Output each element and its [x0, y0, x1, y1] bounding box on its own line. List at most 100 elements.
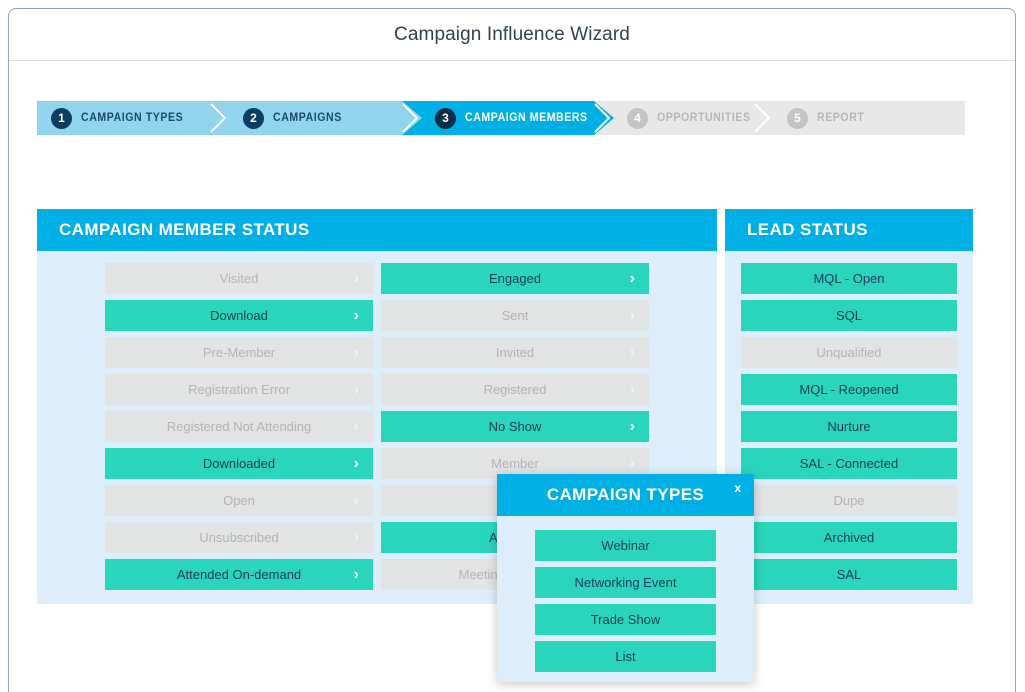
lead-status-button[interactable]: Unqualified	[741, 337, 957, 368]
lead-status-label: MQL - Reopened	[799, 382, 899, 397]
campaign-member-status-label: Download	[210, 308, 268, 323]
wizard-step-number: 4	[627, 107, 648, 129]
campaign-type-button[interactable]: Networking Event	[535, 567, 716, 598]
page-title: Campaign Influence Wizard	[394, 23, 630, 45]
lead-status-button[interactable]: SAL - Connected	[741, 448, 957, 479]
campaign-member-status-label: Member	[491, 456, 539, 471]
campaign-member-status-label: Attended On-demand	[176, 567, 302, 582]
campaign-types-modal-body: Webinar Networking Event Trade Show List	[497, 516, 754, 682]
campaign-member-status-label: No Show	[488, 419, 542, 434]
campaign-member-status-button[interactable]: Open ›	[105, 485, 373, 516]
lead-status-title: LEAD STATUS	[747, 220, 868, 239]
campaign-member-status-button[interactable]: Unsubscribed ›	[105, 522, 373, 553]
wizard-step-breadcrumb: 1 CAMPAIGN TYPES 2 CAMPAIGNS 3 CAMPAIGN MEMBE…	[37, 101, 965, 135]
lead-status-label: MQL - Open	[813, 271, 885, 286]
wizard-step-4[interactable]: 4 OPPORTUNITIES	[613, 101, 774, 135]
chevron-right-icon: ›	[353, 269, 359, 287]
wizard-step-label: CAMPAIGNS	[273, 112, 342, 124]
lead-status-button[interactable]: Nurture	[741, 411, 957, 442]
chevron-right-icon: ›	[353, 417, 359, 435]
campaign-member-status-label: Unsubscribed	[199, 530, 279, 545]
chevron-right-icon: ›	[353, 343, 359, 361]
lead-status-label: Archived	[823, 530, 875, 545]
lead-status-button[interactable]: SQL	[741, 300, 957, 331]
campaign-type-button[interactable]: Trade Show	[535, 604, 716, 635]
campaign-member-status-button[interactable]: Engaged ›	[381, 263, 649, 294]
wizard-step-number: 5	[787, 107, 808, 129]
lead-status-label: SQL	[835, 308, 862, 323]
campaign-member-status-label: Invited	[495, 345, 535, 360]
page-root: Campaign Influence Wizard 1 CAMPAIGN TYPE…	[0, 0, 1025, 692]
campaign-type-button[interactable]: List	[535, 641, 716, 672]
campaign-member-status-button[interactable]: Attended On-demand ›	[105, 559, 373, 590]
lead-status-button[interactable]: SAL	[741, 559, 957, 590]
chevron-right-icon: ›	[629, 343, 635, 361]
wizard-step-2[interactable]: 2 CAMPAIGNS	[229, 101, 422, 135]
chevron-right-icon: ›	[353, 306, 359, 324]
lead-status-body: MQL - Open SQL Unqualified MQL - Reopened Nu…	[725, 251, 973, 604]
wizard-step-label: OPPORTUNITIES	[657, 112, 751, 124]
wizard-step-number: 3	[435, 107, 456, 129]
campaign-member-status-label: Registered	[483, 382, 547, 397]
close-icon[interactable]: x	[730, 479, 745, 497]
status-column-left: Visited › Download › Pre-Member › Registration…	[105, 263, 373, 590]
campaign-member-status-button[interactable]: Downloaded ›	[105, 448, 373, 479]
chevron-right-icon: ›	[353, 528, 359, 546]
wizard-step-arrow-icon	[402, 101, 422, 135]
campaign-member-status-label: Open	[223, 493, 255, 508]
wizard-step-number: 1	[51, 107, 72, 129]
campaign-member-status-label: Downloaded	[202, 456, 276, 471]
campaign-member-status-button[interactable]: Registered Not Attending ›	[105, 411, 373, 442]
wizard-step-5[interactable]: 5 REPORT	[773, 101, 965, 135]
lead-status-button[interactable]: MQL - Reopened	[741, 374, 957, 405]
campaign-member-status-button[interactable]: Sent ›	[381, 300, 649, 331]
chevron-right-icon: ›	[353, 565, 359, 583]
campaign-member-status-label: Pre-Member	[202, 345, 276, 360]
campaign-member-status-label: Registered Not Attending	[166, 419, 312, 434]
campaign-type-button[interactable]: Webinar	[535, 530, 716, 561]
lead-status-header: LEAD STATUS	[725, 209, 973, 251]
chevron-right-icon: ›	[629, 269, 635, 287]
campaign-member-status-label: Engaged	[488, 271, 542, 286]
lead-status-label: Dupe	[833, 493, 865, 508]
wizard-step-label: CAMPAIGN MEMBERS	[465, 112, 588, 124]
chevron-right-icon: ›	[353, 380, 359, 398]
campaign-member-status-label: Sent	[501, 308, 529, 323]
campaign-member-status-button[interactable]: Registered ›	[381, 374, 649, 405]
wizard-step-label: CAMPAIGN TYPES	[81, 112, 184, 124]
card-header: Campaign Influence Wizard	[9, 9, 1015, 61]
campaign-member-status-button[interactable]: Invited ›	[381, 337, 649, 368]
campaign-type-label: Networking Event	[574, 575, 677, 590]
campaign-member-status-button[interactable]: No Show ›	[381, 411, 649, 442]
wizard-step-arrow-icon	[754, 101, 774, 135]
lead-status-label: Unqualified	[816, 345, 882, 360]
lead-status-label: SAL - Connected	[799, 456, 899, 471]
wizard-step-label: REPORT	[817, 112, 865, 124]
wizard-step-arrow-icon	[210, 101, 230, 135]
campaign-member-status-button[interactable]: Visited ›	[105, 263, 373, 294]
campaign-member-status-label: Visited	[219, 271, 259, 286]
wizard-step-number: 2	[243, 107, 264, 129]
campaign-types-modal: CAMPAIGN TYPES x Webinar Networking Event…	[497, 474, 754, 682]
campaign-member-status-header: CAMPAIGN MEMBER STATUS	[37, 209, 717, 251]
campaign-member-status-button[interactable]: Download ›	[105, 300, 373, 331]
campaign-types-modal-title: CAMPAIGN TYPES	[546, 485, 705, 504]
chevron-right-icon: ›	[629, 306, 635, 324]
lead-status-button[interactable]: Archived	[741, 522, 957, 553]
lead-status-button[interactable]: MQL - Open	[741, 263, 957, 294]
campaign-member-status-button[interactable]: Registration Error ›	[105, 374, 373, 405]
lead-status-label: Nurture	[827, 419, 871, 434]
campaign-type-label: Trade Show	[590, 612, 661, 627]
lead-status-list: MQL - Open SQL Unqualified MQL - Reopened Nu…	[725, 263, 973, 590]
wizard-step-3[interactable]: 3 CAMPAIGN MEMBERS	[421, 101, 614, 135]
chevron-right-icon: ›	[629, 417, 635, 435]
chevron-right-icon: ›	[353, 454, 359, 472]
campaign-member-status-title: CAMPAIGN MEMBER STATUS	[59, 220, 310, 239]
campaign-member-status-label: Registration Error	[188, 382, 290, 397]
chevron-right-icon: ›	[629, 454, 635, 472]
campaign-member-status-button[interactable]: Pre-Member ›	[105, 337, 373, 368]
lead-status-button[interactable]: Dupe	[741, 485, 957, 516]
lead-status-label: SAL	[836, 567, 862, 582]
campaign-types-modal-header: CAMPAIGN TYPES x	[497, 474, 754, 516]
wizard-step-1[interactable]: 1 CAMPAIGN TYPES	[37, 101, 230, 135]
